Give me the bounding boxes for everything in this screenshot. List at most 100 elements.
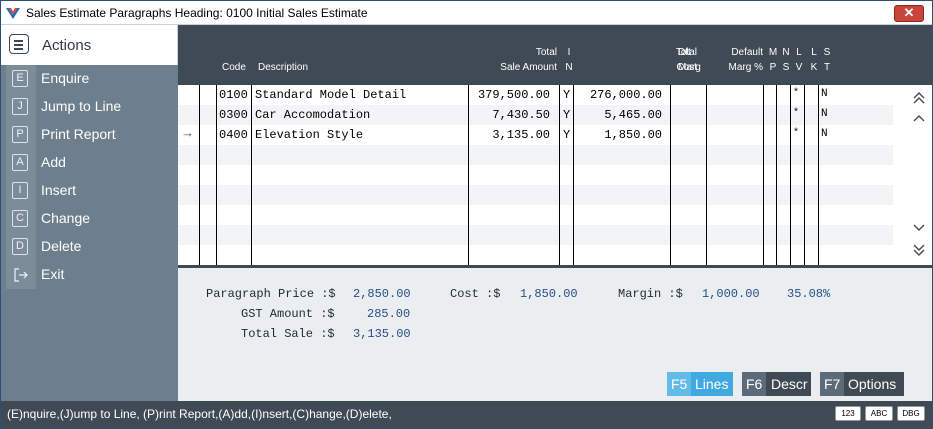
col-ns-2[interactable]: S <box>780 60 792 75</box>
key-a-icon: A <box>12 154 28 171</box>
col-dflt-marg-1[interactable]: Dft <box>678 45 691 60</box>
table-row-empty[interactable] <box>178 225 893 245</box>
grid-scroll-controls <box>907 85 932 265</box>
action-exit[interactable]: Exit <box>1 261 178 289</box>
key-p-icon: P <box>12 126 28 143</box>
col-default-marg-1[interactable]: Default <box>708 45 763 60</box>
key-d-icon: D <box>12 238 28 255</box>
scroll-down-icon[interactable] <box>911 221 927 235</box>
f7-key-label: F7 <box>820 372 845 396</box>
cell-in: Y <box>563 128 571 142</box>
total-sale-value: 3,135.00 <box>353 327 411 341</box>
cell-lv: * <box>793 128 800 139</box>
cell-sale-amount: 3,135.00 <box>492 128 550 142</box>
cell-lv: * <box>793 88 800 99</box>
cell-description: Elevation Style <box>255 128 364 142</box>
col-total-sale-1[interactable]: Total <box>478 45 557 60</box>
f6-descr-button[interactable]: F6 Descr <box>742 372 811 396</box>
table-row-empty[interactable] <box>178 145 893 165</box>
paragraph-price-value: 2,850.00 <box>353 287 411 301</box>
status-bar: (E)nquire,(J)ump to Line, (P)rint Report… <box>1 401 932 428</box>
grid-column-divider <box>216 85 217 265</box>
col-st-2[interactable]: T <box>821 60 833 75</box>
margin-label: Margin :$ <box>618 287 683 301</box>
col-in-2[interactable]: N <box>562 60 576 75</box>
actions-menu: E Enquire J Jump to Line P Print Report A Ad… <box>1 65 178 289</box>
cell-cost: 5,465.00 <box>604 108 662 122</box>
table-row-current[interactable]: → 0400 Elevation Style 3,135.00 Y 1,850.… <box>178 125 893 145</box>
scroll-up-icon[interactable] <box>911 111 927 125</box>
grid-column-divider <box>790 85 791 265</box>
cell-lv: * <box>793 108 800 119</box>
scroll-to-top-icon[interactable] <box>911 91 927 105</box>
f6-key-label: F6 <box>742 372 767 396</box>
action-change[interactable]: C Change <box>1 205 178 233</box>
table-row-empty[interactable] <box>178 185 893 205</box>
cell-description: Standard Model Detail <box>255 88 407 102</box>
window-title: Sales Estimate Paragraphs Heading: 0100 … <box>26 6 368 20</box>
col-lv-1[interactable]: L <box>793 45 805 60</box>
f5-button-label: Lines <box>695 376 729 392</box>
cell-st: N <box>821 128 828 140</box>
cell-in: Y <box>563 88 571 102</box>
action-jump-to-line[interactable]: J Jump to Line <box>1 93 178 121</box>
action-add[interactable]: A Add <box>1 149 178 177</box>
cell-code: 0400 <box>219 128 248 142</box>
col-lk-1[interactable]: L <box>808 45 820 60</box>
grid-column-divider <box>763 85 764 265</box>
col-default-marg-2[interactable]: Marg % <box>708 60 763 75</box>
indicator-123: 123 <box>835 406 861 421</box>
key-i-icon: I <box>12 182 28 199</box>
col-total-sale-2[interactable]: Sale Amount <box>478 60 557 75</box>
grid-header: Code Description Total Sale Amount I N T… <box>178 25 932 85</box>
f7-options-button[interactable]: F7 Options <box>820 372 904 396</box>
col-description[interactable]: Description <box>258 60 308 75</box>
table-row[interactable]: 0300 Car Accomodation 7,430.50 Y 5,465.0… <box>178 105 893 125</box>
col-dflt-marg-2[interactable]: Marg <box>678 60 701 75</box>
key-c-icon: C <box>12 210 28 227</box>
action-insert[interactable]: I Insert <box>1 177 178 205</box>
grid-column-divider <box>573 85 574 265</box>
title-bar: Sales Estimate Paragraphs Heading: 0100 … <box>1 1 932 25</box>
action-print-report[interactable]: P Print Report <box>1 121 178 149</box>
key-e-icon: E <box>12 70 28 87</box>
col-mp-1[interactable]: M <box>767 45 779 60</box>
cell-cost: 276,000.00 <box>589 88 662 102</box>
col-mp-2[interactable]: P <box>767 60 779 75</box>
cell-code: 0300 <box>219 108 248 122</box>
table-row[interactable]: 0100 Standard Model Detail 379,500.00 Y … <box>178 85 893 105</box>
cell-st: N <box>821 88 828 100</box>
action-label: Jump to Line <box>41 98 122 114</box>
actions-sidebar: Actions E Enquire J Jump to Line P Print Re… <box>1 25 178 401</box>
paragraph-price-label: Paragraph Price :$ <box>206 287 336 301</box>
scroll-to-bottom-icon[interactable] <box>911 243 927 257</box>
action-label: Add <box>41 154 66 170</box>
f7-button-label: Options <box>848 376 897 392</box>
action-label: Delete <box>41 238 82 254</box>
close-button[interactable]: ✕ <box>894 5 924 22</box>
col-lk-2[interactable]: K <box>808 60 820 75</box>
table-row-empty[interactable] <box>178 245 893 265</box>
f5-lines-button[interactable]: F5 Lines <box>667 372 733 396</box>
grid-column-divider <box>468 85 469 265</box>
col-in-1[interactable]: I <box>562 45 576 60</box>
action-enquire[interactable]: E Enquire <box>1 65 178 93</box>
col-ns-1[interactable]: N <box>780 45 792 60</box>
f6-button-label: Descr <box>771 376 808 392</box>
grid-column-divider <box>559 85 560 265</box>
actions-header[interactable]: Actions <box>1 25 178 65</box>
table-row-empty[interactable] <box>178 165 893 185</box>
col-st-1[interactable]: S <box>821 45 833 60</box>
summary-panel: Paragraph Price :$ 2,850.00 Cost :$ 1,85… <box>178 268 932 401</box>
table-row-empty[interactable] <box>178 205 893 225</box>
total-sale-label: Total Sale :$ <box>241 327 335 341</box>
col-lv-2[interactable]: V <box>793 60 805 75</box>
action-delete[interactable]: D Delete <box>1 233 178 261</box>
cell-code: 0100 <box>219 88 248 102</box>
action-label: Enquire <box>41 70 90 86</box>
col-code[interactable]: Code <box>222 60 246 75</box>
key-j-icon: J <box>12 98 28 115</box>
menu-icon <box>9 34 29 54</box>
grid-column-divider <box>804 85 805 265</box>
margin-value: 1,000.00 <box>702 287 760 301</box>
